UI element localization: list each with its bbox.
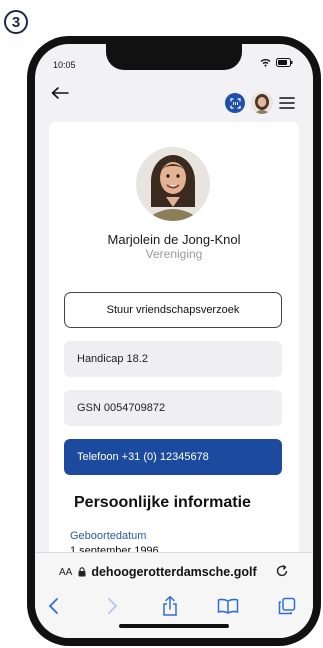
- profile-photo: [136, 147, 210, 221]
- tabs-icon[interactable]: [278, 597, 296, 615]
- text-size-button[interactable]: AA: [59, 567, 72, 578]
- menu-icon[interactable]: [279, 96, 295, 110]
- phone-button[interactable]: Telefoon +31 (0) 12345678: [64, 439, 282, 475]
- handicap-field: Handicap 18.2: [64, 341, 282, 377]
- section-title: Persoonlijke informatie: [74, 494, 251, 511]
- status-icons: [260, 58, 293, 67]
- gsn-field: GSN 0054709872: [64, 390, 282, 426]
- status-time: 10:05: [53, 60, 76, 70]
- scan-icon: [229, 97, 241, 109]
- address-bar[interactable]: AA dehoogerotterdamsche.golf: [45, 557, 303, 587]
- url-text: dehoogerotterdamsche.golf: [91, 565, 257, 579]
- phone-frame: 10:05 Marjolein de Jong-Knol Vereniging …: [27, 36, 321, 646]
- lock-icon: [78, 567, 86, 577]
- reload-icon[interactable]: [275, 564, 289, 578]
- phone-screen: 10:05 Marjolein de Jong-Knol Vereniging …: [35, 44, 313, 638]
- profile-card: Marjolein de Jong-Knol Vereniging Stuur …: [49, 122, 299, 582]
- chevron-left-icon[interactable]: [47, 597, 61, 615]
- browser-toolbar: [35, 595, 313, 623]
- birthdate-label: Geboortedatum: [70, 530, 147, 542]
- battery-icon: [276, 58, 293, 67]
- notch: [106, 44, 242, 70]
- wifi-icon: [260, 59, 271, 67]
- chevron-right-icon[interactable]: [105, 597, 119, 615]
- back-arrow-icon[interactable]: [50, 86, 70, 100]
- friend-request-button[interactable]: Stuur vriendschapsverzoek: [64, 292, 282, 328]
- profile-club: Vereniging: [145, 247, 203, 261]
- avatar-image: [251, 92, 273, 114]
- header-avatar[interactable]: [251, 92, 273, 114]
- scan-button[interactable]: [225, 93, 245, 113]
- profile-name: Marjolein de Jong-Knol: [107, 232, 241, 247]
- profile-photo-image: [136, 147, 210, 221]
- share-icon[interactable]: [161, 595, 179, 617]
- bookmarks-icon[interactable]: [217, 597, 239, 615]
- step-number-badge: 3: [4, 10, 28, 34]
- home-indicator: [119, 624, 229, 628]
- app-header-actions: [225, 92, 295, 114]
